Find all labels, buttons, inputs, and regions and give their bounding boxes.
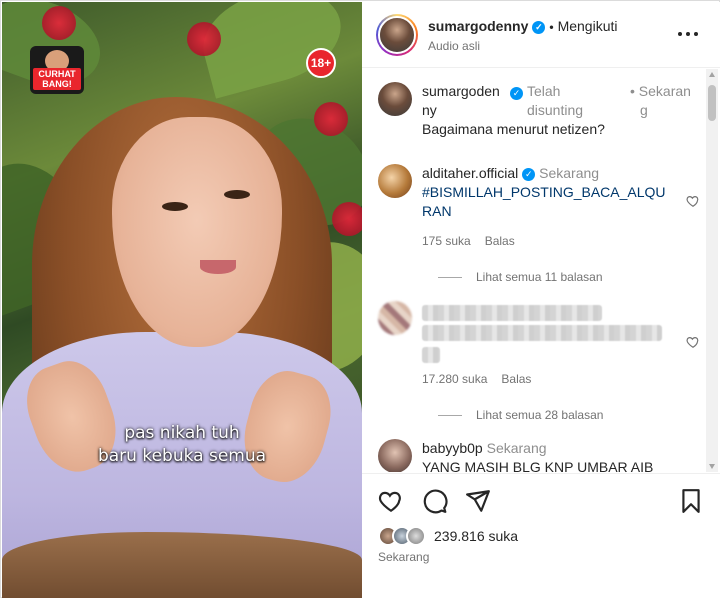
- post-video[interactable]: CURHAT BANG! 18+ pas nikah tuh baru kebu…: [2, 2, 362, 598]
- post-actions: 239.816 suka Sekarang: [362, 473, 720, 598]
- avatar[interactable]: [378, 439, 412, 472]
- avatar[interactable]: [378, 164, 412, 198]
- edited-label: Telah disunting: [527, 83, 584, 118]
- like-comment-icon[interactable]: [686, 335, 700, 349]
- follow-status-button[interactable]: Mengikuti: [558, 18, 618, 34]
- hashtag-link[interactable]: #BISMILLAH_POSTING_BACA_ALQU RAN: [422, 184, 666, 219]
- caption: sumargoden ny ✓ Telah disunting • Sekaran g…: [378, 82, 700, 142]
- comments-list[interactable]: sumargoden ny ✓ Telah disunting • Sekaran g…: [362, 69, 702, 472]
- comment-text: YANG MASIH BLG KNP UMBAR AIB: [422, 459, 654, 472]
- like-comment-icon[interactable]: [686, 194, 700, 208]
- scroll-thumb[interactable]: [708, 85, 716, 121]
- video-subtitle: pas nikah tuh baru kebuka semua: [97, 423, 267, 466]
- comments-scrollbar[interactable]: [706, 69, 718, 472]
- reply-button[interactable]: Balas: [501, 372, 531, 386]
- save-icon[interactable]: [678, 488, 704, 514]
- author-username[interactable]: sumargodenny: [428, 18, 528, 34]
- comment-meta: 175 suka Balas: [422, 234, 529, 248]
- comment-meta: 17.280 suka Balas: [422, 372, 545, 386]
- liker-avatar: [406, 526, 426, 546]
- caption-username[interactable]: sumargoden ny: [422, 83, 500, 118]
- verified-icon: ✓: [522, 168, 536, 181]
- comment-username[interactable]: alditaher.official: [422, 165, 518, 181]
- age-rating-badge: 18+: [306, 48, 336, 78]
- comment-item: alditaher.official ✓ Sekarang #BISMILLAH_…: [378, 164, 700, 289]
- scroll-down-arrow[interactable]: [709, 464, 715, 469]
- comment-time: Sekarang: [486, 440, 547, 456]
- avatar[interactable]: [378, 82, 412, 116]
- likes-row[interactable]: 239.816 suka: [378, 526, 518, 546]
- view-replies-button[interactable]: Lihat semua 28 balasan: [438, 408, 603, 422]
- likes-count[interactable]: 239.816 suka: [434, 528, 518, 544]
- caption-time: • Sekaran g: [630, 83, 691, 118]
- comment-username[interactable]: babyyb0p: [422, 440, 483, 456]
- blurred-text: [422, 347, 440, 363]
- more-options-icon[interactable]: [678, 26, 698, 42]
- post-time: Sekarang: [378, 550, 430, 564]
- comment-item: 17.280 suka Balas Lihat semua 28 balasan: [378, 301, 700, 431]
- blurred-text: [422, 305, 602, 321]
- reply-button[interactable]: Balas: [485, 234, 515, 248]
- post-header: sumargodenny ✓ • Mengikuti Audio asli: [362, 2, 720, 68]
- comment-likes[interactable]: 175 suka: [422, 234, 471, 248]
- audio-link[interactable]: Audio asli: [428, 39, 480, 53]
- view-replies-button[interactable]: Lihat semua 11 balasan: [438, 270, 603, 284]
- comment-likes[interactable]: 17.280 suka: [422, 372, 487, 386]
- table: [2, 532, 362, 598]
- author-line: sumargodenny ✓ • Mengikuti: [428, 18, 618, 34]
- comment-icon[interactable]: [422, 488, 448, 514]
- scroll-up-arrow[interactable]: [709, 72, 715, 77]
- author-avatar[interactable]: [376, 14, 418, 56]
- blurred-text: [422, 325, 662, 341]
- like-icon[interactable]: [378, 488, 404, 514]
- channel-logo: CURHAT BANG!: [30, 46, 84, 94]
- avatar[interactable]: [378, 301, 412, 335]
- comment-item: babyyb0p Sekarang YANG MASIH BLG KNP UMB…: [378, 439, 700, 472]
- post-dialog: CURHAT BANG! 18+ pas nikah tuh baru kebu…: [0, 0, 720, 598]
- post-details-panel: sumargodenny ✓ • Mengikuti Audio asli sumar…: [362, 2, 720, 598]
- verified-icon: ✓: [532, 21, 546, 34]
- comment-time: Sekarang: [539, 165, 600, 181]
- caption-text: Bagaimana menurut netizen?: [422, 121, 605, 137]
- verified-icon: ✓: [510, 87, 523, 100]
- share-icon[interactable]: [465, 488, 491, 514]
